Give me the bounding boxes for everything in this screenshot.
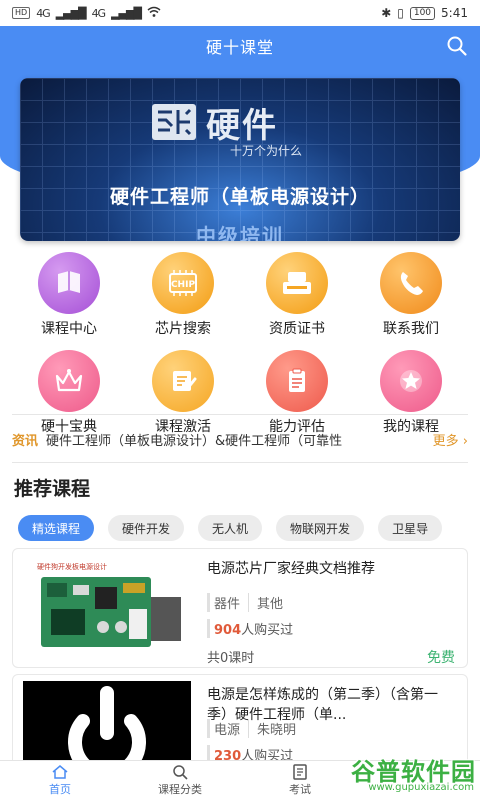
grid-label: 芯片搜索 [155, 321, 211, 337]
signal-icon: ▂▄▆█ [55, 6, 87, 20]
course-tag: 器件 [207, 593, 240, 612]
grid-item-contact[interactable]: 联系我们 [354, 252, 468, 338]
status-bar: HD 4G ▂▄▆█ 4G ▂▄▆█ ✱ ▯ 100 5:41 [0, 0, 480, 26]
grid-item-course-center[interactable]: 课程中心 [12, 252, 126, 338]
nav-home[interactable]: 首页 [0, 761, 120, 800]
signal-4g-label-1: 4G [36, 6, 50, 20]
site-watermark: 谷普软件园 www.gupuxiazai.com [314, 752, 476, 798]
course-card[interactable]: 硬件狗开发板电源设计 电源芯片厂家经典文档推荐 器件 其他 904人购买过 共0… [12, 548, 468, 668]
chip-icon: CHIP [152, 252, 214, 314]
crown-icon [38, 350, 100, 412]
divider [12, 414, 468, 415]
category-chips: 精选课程 硬件开发 无人机 物联网开发 卫星导 [18, 515, 480, 543]
banner-slogan: 十万个为什么 [230, 144, 303, 158]
grid-item-chip-search[interactable]: CHIP 芯片搜索 [126, 252, 240, 338]
signal-icon: ▂▄▆█ [111, 6, 142, 20]
banner-level: 中级培训 [196, 224, 284, 241]
chip-featured[interactable]: 精选课程 [18, 515, 95, 541]
nav-label: 课程分类 [158, 783, 202, 796]
brand-logo-icon [150, 100, 198, 144]
thumb-caption: 硬件狗开发板电源设计 [37, 562, 107, 571]
certificate-icon [266, 252, 328, 314]
star-icon [380, 350, 442, 412]
svg-text:CHIP: CHIP [171, 280, 195, 290]
course-tags: 器件 其他 [207, 593, 283, 612]
grid-label: 课程中心 [41, 321, 97, 337]
course-thumbnail: 硬件狗开发板电源设计 [23, 557, 195, 657]
clipboard-icon [266, 350, 328, 412]
section-title: 推荐课程 [14, 478, 91, 500]
news-tag: 资讯 [12, 433, 39, 449]
search-icon[interactable] [446, 35, 468, 57]
edit-icon [152, 350, 214, 412]
nav-course-category[interactable]: 课程分类 [120, 761, 240, 800]
course-lessons: 共0课时 [207, 651, 255, 666]
hd-indicator: HD [12, 7, 31, 19]
nav-label: 考试 [289, 783, 311, 796]
grid-label: 资质证书 [269, 321, 325, 337]
grid-item-my-courses[interactable]: 我的课程 [354, 350, 468, 436]
grid-label: 联系我们 [383, 321, 439, 337]
course-price: 免费 [427, 650, 455, 666]
phone-icon [380, 252, 442, 314]
news-more-link[interactable]: 更多 › [433, 430, 468, 449]
buy-count-number: 904 [214, 623, 242, 638]
chip-drone[interactable]: 无人机 [198, 515, 263, 541]
chip-satellite[interactable]: 卫星导 [378, 515, 443, 541]
app-title: 硬十课堂 [205, 38, 274, 57]
grid-item-activate[interactable]: 课程激活 [126, 350, 240, 436]
home-icon [52, 765, 68, 779]
chip-hardware[interactable]: 硬件开发 [108, 515, 185, 541]
app-header: 硬十课堂 [0, 26, 480, 66]
feature-grid: 课程中心 CHIP 芯片搜索 资质证书 联系我们 硬十宝典 课程激活 能力评估 … [12, 252, 468, 436]
search-icon [173, 765, 188, 780]
news-headline[interactable]: 硬件工程师（单板电源设计）&硬件工程师（可靠性 [46, 430, 431, 449]
exam-icon [293, 764, 307, 780]
book-icon [38, 252, 100, 314]
course-tag: 朱晓明 [248, 719, 296, 738]
grid-item-treasure[interactable]: 硬十宝典 [12, 350, 126, 436]
signal-4g-label-2: 4G [91, 6, 106, 20]
banner-brand: 硬件 [206, 106, 278, 146]
course-tag: 其他 [248, 593, 283, 612]
bluetooth-icon: ✱ [381, 6, 392, 20]
divider [12, 462, 468, 463]
chip-iot[interactable]: 物联网开发 [276, 515, 365, 541]
banner-course-title: 硬件工程师（单板电源设计） [109, 186, 370, 208]
news-ticker[interactable]: 资讯 硬件工程师（单板电源设计）&硬件工程师（可靠性 更多 › [12, 426, 468, 452]
battery-indicator: 100 [409, 6, 436, 20]
promo-banner[interactable]: 硬件 十万个为什么 硬件工程师（单板电源设计） 中级培训 [20, 78, 460, 241]
watermark-url: www.gupuxiazai.com [368, 782, 474, 793]
course-buy-count: 904人购买过 [207, 619, 293, 638]
grid-item-assessment[interactable]: 能力评估 [240, 350, 354, 436]
nav-label: 首页 [49, 783, 71, 796]
course-tags: 电源 朱晓明 [207, 719, 296, 738]
buy-count-suffix: 人购买过 [241, 623, 294, 638]
course-title: 电源芯片厂家经典文档推荐 [207, 561, 375, 577]
vibrate-icon: ▯ [397, 6, 404, 20]
course-tag: 电源 [207, 719, 240, 738]
clock: 5:41 [441, 6, 468, 20]
wifi-icon [147, 6, 161, 21]
grid-item-certificate[interactable]: 资质证书 [240, 252, 354, 338]
